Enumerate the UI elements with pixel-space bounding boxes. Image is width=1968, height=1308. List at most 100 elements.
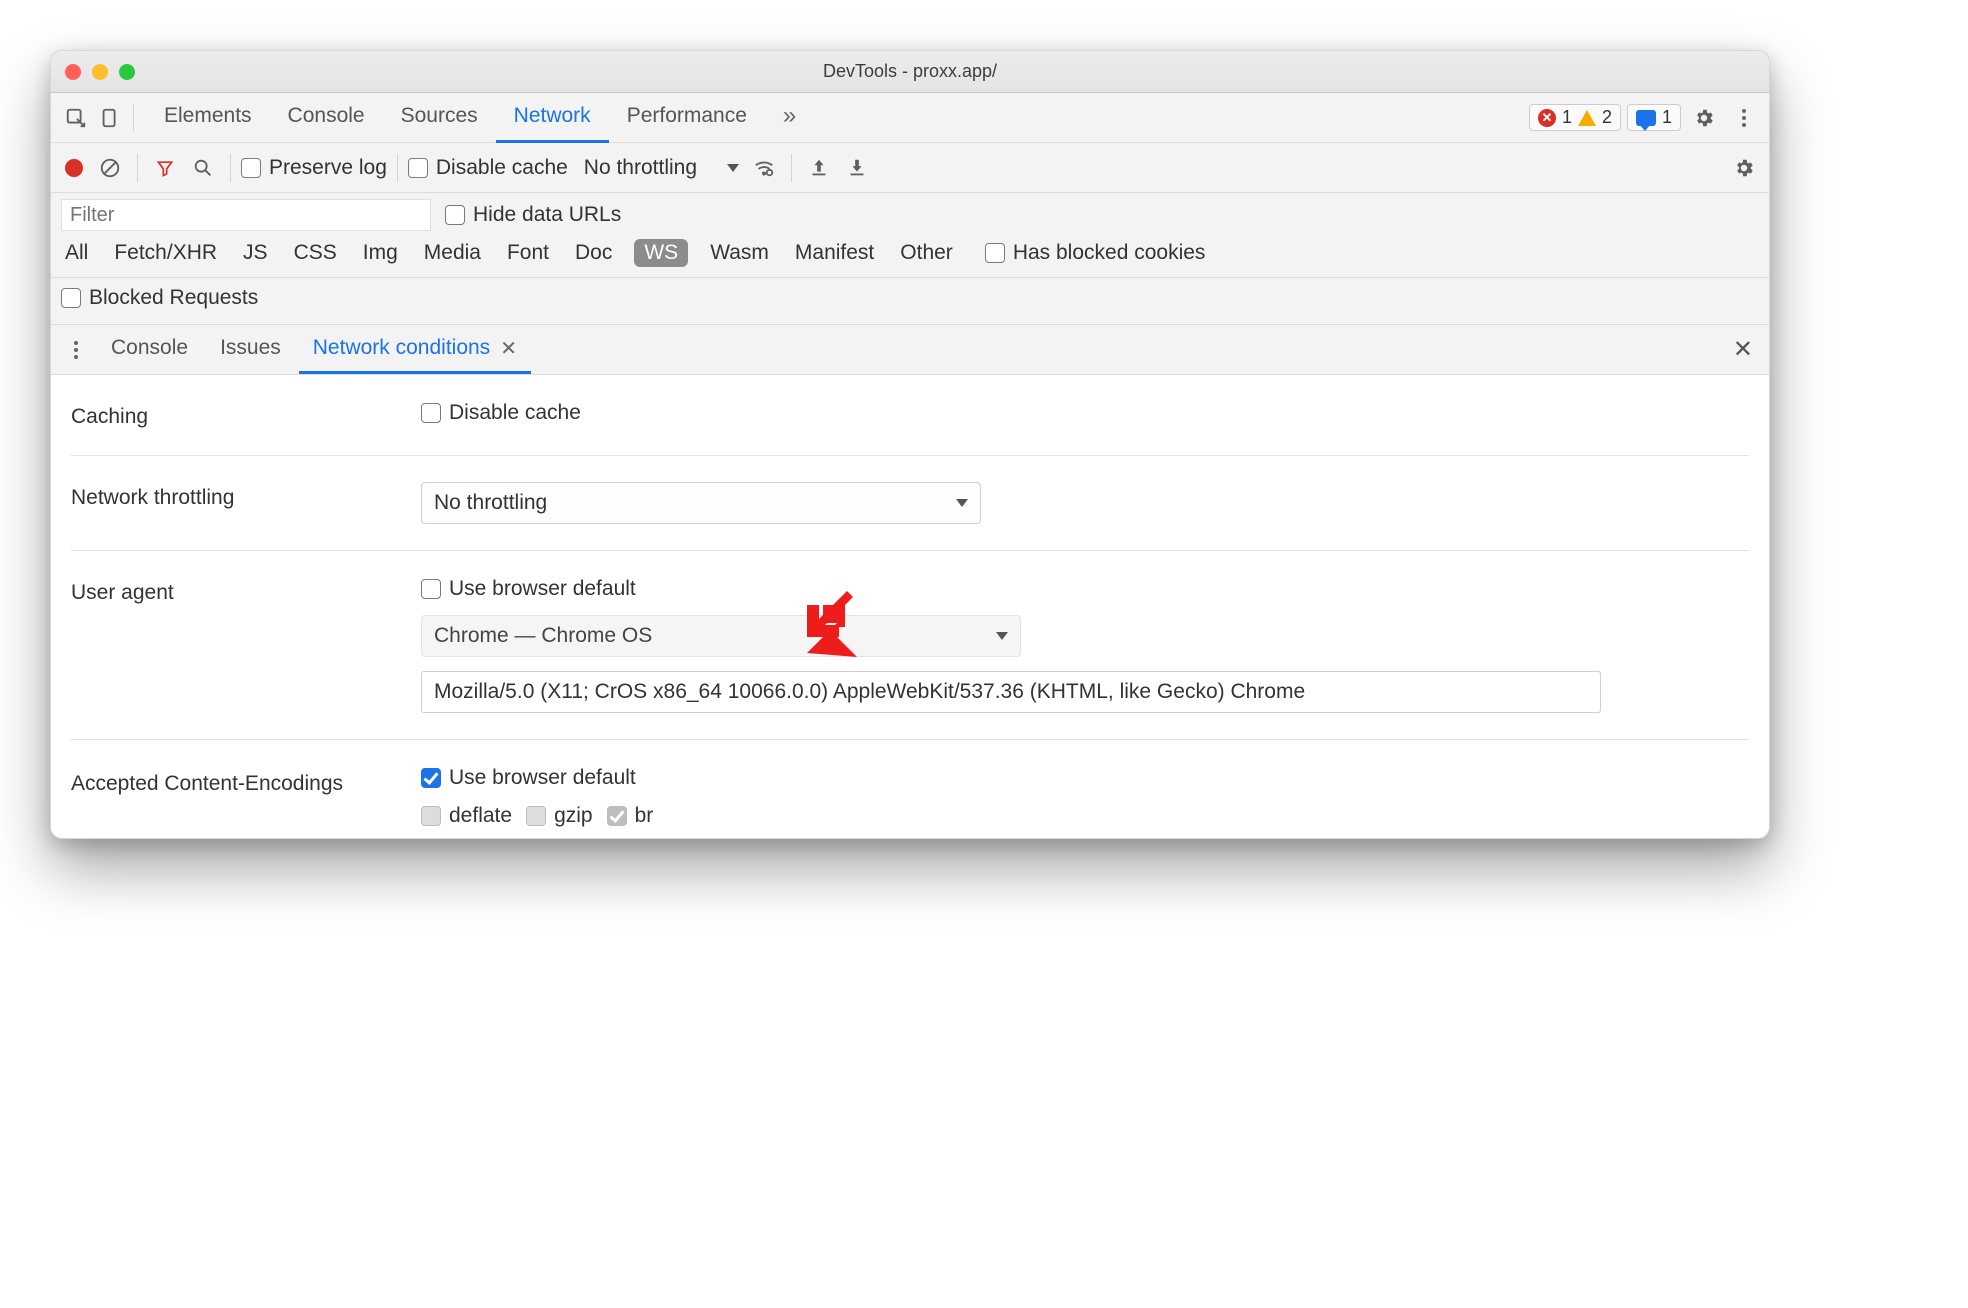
window-title: DevTools - proxx.app/ bbox=[51, 61, 1769, 82]
enc-options: deflate gzip br bbox=[421, 804, 1749, 828]
enc-br-label: br bbox=[635, 804, 654, 828]
error-count: 1 bbox=[1562, 107, 1572, 128]
chevron-down-icon bbox=[956, 499, 968, 507]
error-icon: ✕ bbox=[1538, 109, 1556, 127]
checkbox-checked-icon bbox=[421, 768, 441, 788]
enc-gzip-checkbox[interactable]: gzip bbox=[526, 804, 593, 828]
type-js[interactable]: JS bbox=[239, 239, 272, 267]
tab-network[interactable]: Network bbox=[496, 93, 609, 143]
enc-gzip-label: gzip bbox=[554, 804, 593, 828]
network-conditions-pane: Caching Disable cache Network throttling… bbox=[51, 375, 1769, 838]
ua-use-default-checkbox[interactable]: Use browser default bbox=[421, 577, 1749, 601]
hide-data-urls-label: Hide data URLs bbox=[473, 203, 621, 227]
minimize-window-button[interactable] bbox=[92, 64, 108, 80]
enc-use-default-checkbox[interactable]: Use browser default bbox=[421, 766, 1749, 790]
warning-icon bbox=[1578, 110, 1596, 126]
blocked-requests-checkbox[interactable]: Blocked Requests bbox=[61, 286, 1759, 310]
network-settings-icon[interactable] bbox=[1727, 151, 1761, 185]
export-har-icon[interactable] bbox=[840, 151, 874, 185]
encodings-label: Accepted Content-Encodings bbox=[71, 766, 421, 797]
panel-tabs: Elements Console Sources Network Perform… bbox=[146, 93, 1529, 143]
inspect-element-icon[interactable] bbox=[59, 101, 93, 135]
blocked-requests-row: Blocked Requests bbox=[51, 278, 1769, 325]
throttling-value: No throttling bbox=[584, 156, 697, 180]
tab-performance[interactable]: Performance bbox=[609, 93, 765, 143]
hide-data-urls-checkbox[interactable]: Hide data URLs bbox=[445, 203, 621, 227]
message-count: 1 bbox=[1662, 107, 1672, 128]
drawer-tab-issues[interactable]: Issues bbox=[206, 325, 295, 374]
issues-badge[interactable]: ✕ 1 2 bbox=[1529, 104, 1621, 131]
type-wasm[interactable]: Wasm bbox=[706, 239, 773, 267]
type-filter-row: All Fetch/XHR JS CSS Img Media Font Doc … bbox=[51, 239, 1769, 278]
more-icon[interactable] bbox=[1727, 101, 1761, 135]
ua-string-value: Mozilla/5.0 (X11; CrOS x86_64 10066.0.0)… bbox=[434, 680, 1305, 703]
titlebar: DevTools - proxx.app/ bbox=[51, 51, 1769, 93]
throttling-select[interactable]: No throttling bbox=[421, 482, 981, 524]
preserve-log-checkbox[interactable]: Preserve log bbox=[241, 156, 387, 180]
devtools-window: DevTools - proxx.app/ Elements Console S… bbox=[50, 50, 1770, 839]
disable-cache-checkbox[interactable]: Disable cache bbox=[408, 156, 568, 180]
has-blocked-cookies-checkbox[interactable]: Has blocked cookies bbox=[985, 241, 1206, 265]
throttling-label: Network throttling bbox=[71, 482, 421, 510]
tab-overflow[interactable]: » bbox=[765, 93, 814, 143]
blocked-requests-label: Blocked Requests bbox=[89, 286, 258, 310]
tab-console[interactable]: Console bbox=[270, 93, 383, 143]
filter-input[interactable] bbox=[61, 199, 431, 231]
type-media[interactable]: Media bbox=[420, 239, 485, 267]
search-icon[interactable] bbox=[186, 151, 220, 185]
drawer-close-icon[interactable]: ✕ bbox=[1733, 335, 1761, 364]
type-all[interactable]: All bbox=[61, 239, 92, 267]
zoom-window-button[interactable] bbox=[119, 64, 135, 80]
caching-disable-checkbox[interactable]: Disable cache bbox=[421, 401, 1749, 425]
chevron-down-icon bbox=[996, 632, 1008, 640]
close-window-button[interactable] bbox=[65, 64, 81, 80]
enc-deflate-checkbox[interactable]: deflate bbox=[421, 804, 512, 828]
caching-row: Caching Disable cache bbox=[71, 375, 1749, 456]
throttling-select[interactable]: No throttling bbox=[580, 156, 743, 180]
type-fetch[interactable]: Fetch/XHR bbox=[110, 239, 221, 267]
network-conditions-icon[interactable] bbox=[747, 151, 781, 185]
import-har-icon[interactable] bbox=[802, 151, 836, 185]
toolbar-right: ✕ 1 2 1 bbox=[1529, 101, 1761, 135]
device-toolbar-icon[interactable] bbox=[93, 101, 127, 135]
caching-disable-label: Disable cache bbox=[449, 401, 581, 425]
user-agent-row: User agent Use browser default Chrome — … bbox=[71, 551, 1749, 740]
encodings-row: Accepted Content-Encodings Use browser d… bbox=[71, 740, 1749, 838]
type-ws[interactable]: WS bbox=[634, 239, 688, 267]
type-manifest[interactable]: Manifest bbox=[791, 239, 878, 267]
checkbox-icon bbox=[445, 205, 465, 225]
user-agent-label: User agent bbox=[71, 577, 421, 605]
checkbox-disabled-checked-icon bbox=[607, 806, 627, 826]
has-blocked-label: Has blocked cookies bbox=[1013, 241, 1206, 265]
messages-badge[interactable]: 1 bbox=[1627, 104, 1681, 131]
enc-br-checkbox[interactable]: br bbox=[607, 804, 654, 828]
chevron-down-icon bbox=[727, 164, 739, 172]
type-css[interactable]: CSS bbox=[290, 239, 341, 267]
ua-preset-value: Chrome — Chrome OS bbox=[434, 624, 652, 648]
ua-string-input[interactable]: Mozilla/5.0 (X11; CrOS x86_64 10066.0.0)… bbox=[421, 671, 1601, 713]
drawer-more-icon[interactable] bbox=[59, 333, 93, 367]
type-doc[interactable]: Doc bbox=[571, 239, 616, 267]
close-tab-icon[interactable]: ✕ bbox=[500, 336, 517, 361]
drawer-tab-network-conditions[interactable]: Network conditions ✕ bbox=[299, 325, 531, 374]
checkbox-disabled-icon bbox=[526, 806, 546, 826]
ua-preset-select[interactable]: Chrome — Chrome OS bbox=[421, 615, 1021, 657]
annotation-arrow-icon bbox=[791, 581, 871, 661]
drawer-tab-console[interactable]: Console bbox=[97, 325, 202, 374]
type-font[interactable]: Font bbox=[503, 239, 553, 267]
filter-toggle-icon[interactable] bbox=[148, 151, 182, 185]
caching-label: Caching bbox=[71, 401, 421, 429]
tab-elements[interactable]: Elements bbox=[146, 93, 270, 143]
tab-sources[interactable]: Sources bbox=[383, 93, 496, 143]
clear-icon[interactable] bbox=[93, 151, 127, 185]
settings-icon[interactable] bbox=[1687, 101, 1721, 135]
message-icon bbox=[1636, 110, 1656, 126]
network-toolbar: Preserve log Disable cache No throttling bbox=[51, 143, 1769, 193]
filter-row: Hide data URLs bbox=[51, 193, 1769, 239]
preserve-log-label: Preserve log bbox=[269, 156, 387, 180]
drawer-tab-netcond-label: Network conditions bbox=[313, 336, 490, 360]
type-img[interactable]: Img bbox=[359, 239, 402, 267]
drawer-tabs: Console Issues Network conditions ✕ ✕ bbox=[51, 325, 1769, 375]
type-other[interactable]: Other bbox=[896, 239, 957, 267]
record-button[interactable] bbox=[65, 159, 83, 177]
